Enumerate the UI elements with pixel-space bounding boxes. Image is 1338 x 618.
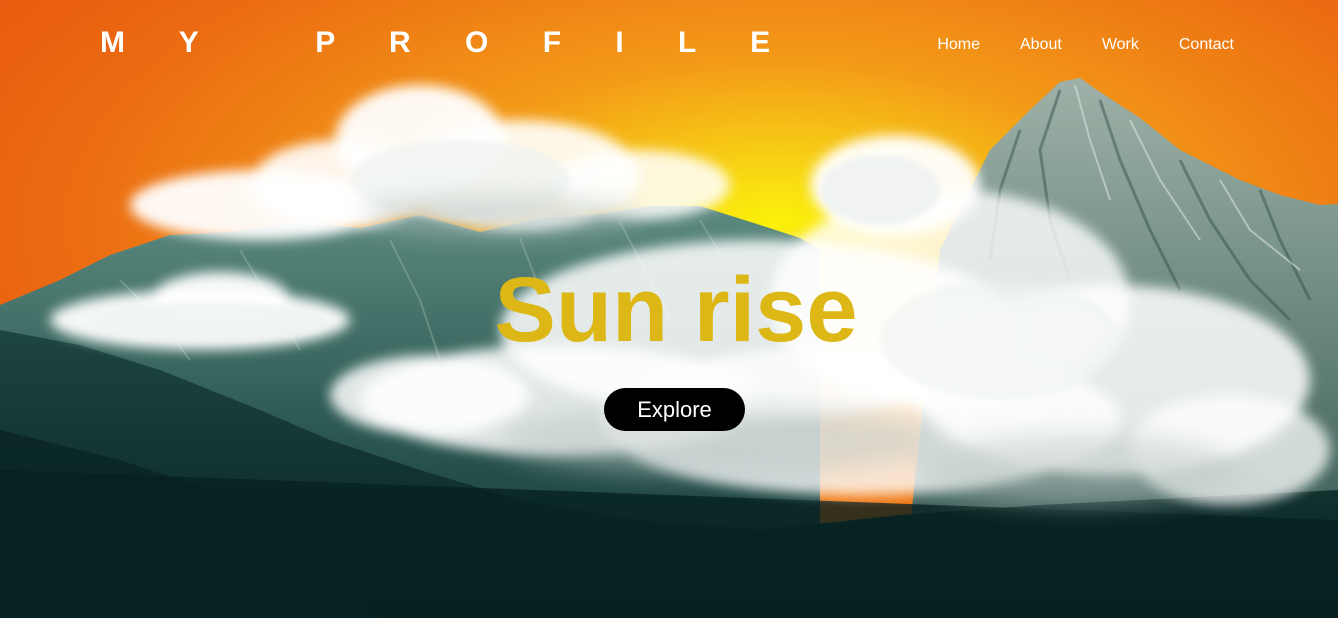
site-logo[interactable]: M Y P R O F I L E bbox=[100, 26, 793, 60]
main-nav: Home About Work Contact bbox=[937, 36, 1234, 54]
nav-link-about[interactable]: About bbox=[1020, 36, 1062, 54]
nav-link-work[interactable]: Work bbox=[1102, 36, 1139, 54]
nav-link-contact[interactable]: Contact bbox=[1179, 36, 1234, 54]
nav-link-home[interactable]: Home bbox=[937, 36, 980, 54]
site-header: M Y P R O F I L E Home About Work Contac… bbox=[0, 0, 1338, 90]
explore-button[interactable]: Explore bbox=[604, 388, 745, 431]
hero-title: Sun rise bbox=[494, 259, 858, 361]
